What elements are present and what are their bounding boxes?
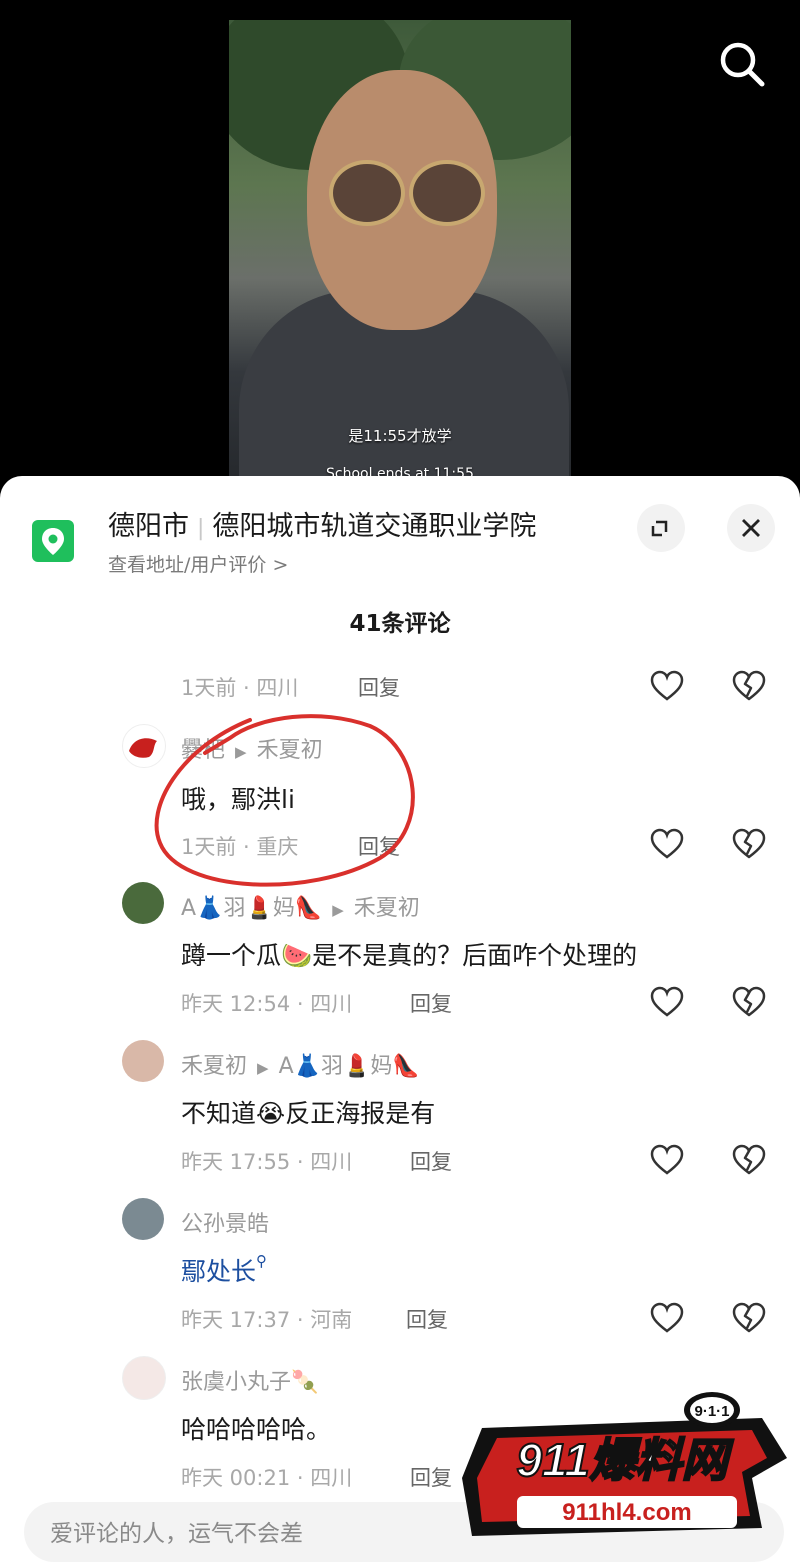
comment-text: 鄢处长 (181, 1257, 257, 1286)
author-name[interactable]: 公孙景皓 (181, 1206, 269, 1238)
reply-target: A👗羽💄妈👠 (278, 1054, 420, 1079)
heart-icon[interactable] (647, 824, 687, 864)
comment-text: 哈哈哈哈哈。 (181, 1415, 332, 1444)
reply-button[interactable]: 回复 (406, 1304, 448, 1334)
author-name: A👗羽💄妈👠 (181, 896, 323, 921)
reply-arrow-icon: ▶ (257, 1059, 269, 1077)
broken-heart-icon[interactable] (729, 982, 769, 1022)
reply-arrow-icon: ▶ (332, 901, 344, 919)
search-link-icon: ⚲ (256, 1252, 268, 1270)
broken-heart-icon[interactable] (729, 666, 769, 706)
avatar[interactable] (122, 1040, 164, 1082)
broken-heart-icon[interactable] (729, 1140, 769, 1180)
comment-count: 41条评论 (349, 611, 451, 637)
watermark-url: 911hl4.com (562, 1499, 691, 1526)
heart-icon[interactable] (647, 1140, 687, 1180)
comment-text: 蹲一个瓜🍉是不是真的？后面咋个处理的 (181, 941, 638, 970)
watermark-logo: 9·1·1 911爆料网 911hl4.com (462, 1388, 792, 1538)
broken-heart-icon[interactable] (729, 824, 769, 864)
comment-input-placeholder: 爱评论的人，运气不会差 (50, 1521, 303, 1547)
location-pin-icon (32, 520, 74, 562)
location-place: 德阳城市轨道交通职业学院 (212, 511, 537, 542)
comment-meta: 昨天 12:54 · 四川 (181, 992, 353, 1016)
comment-sheet: 德阳市 | 德阳城市轨道交通职业学院 查看地址/用户评价 > 41条评论 1天前 ·… (0, 476, 800, 1562)
comment-meta: 昨天 00:21 · 四川 (181, 1466, 353, 1490)
comment-text: 不知道😭反正海报是有 (181, 1099, 436, 1128)
heart-icon[interactable] (647, 666, 687, 706)
comment-author[interactable]: 禾夏初 ▶ A👗羽💄妈👠 (181, 1048, 420, 1080)
avatar[interactable] (122, 1198, 164, 1240)
video-frame: 是11:55才放学 School ends at 11:55 (229, 20, 571, 490)
location-title[interactable]: 德阳市 | 德阳城市轨道交通职业学院 (108, 504, 536, 543)
avatar[interactable] (122, 1356, 166, 1400)
author-name: 禾夏初 (181, 1054, 248, 1079)
annotation-circle (154, 714, 415, 887)
close-button[interactable] (727, 504, 775, 552)
expand-button[interactable] (637, 504, 685, 552)
broken-heart-icon[interactable] (729, 1298, 769, 1338)
reply-button[interactable]: 回复 (410, 988, 452, 1018)
reply-button[interactable]: 回复 (410, 1146, 452, 1176)
avatar[interactable] (122, 882, 164, 924)
heart-icon[interactable] (647, 1298, 687, 1338)
watermark-badge: 9·1·1 (694, 1403, 729, 1420)
comment-meta: 昨天 17:55 · 四川 (181, 1150, 353, 1174)
close-icon (742, 519, 760, 537)
reply-target: 禾夏初 (353, 896, 420, 921)
location-details-link[interactable]: 查看地址/用户评价 > (108, 550, 288, 577)
location-city: 德阳市 (108, 511, 189, 542)
comment-author[interactable]: A👗羽💄妈👠 ▶ 禾夏初 (181, 890, 420, 922)
reply-button[interactable]: 回复 (358, 672, 400, 702)
author-name[interactable]: 张虞小丸子🍡 (181, 1364, 318, 1396)
comment-meta: 昨天 17:37 · 河南 (181, 1308, 353, 1332)
comment-meta: 1天前 · 四川 (181, 676, 299, 700)
video-player[interactable]: 是11:55才放学 School ends at 11:55 (0, 0, 800, 500)
location-separator: | (197, 516, 205, 541)
comment-text-search-link[interactable]: 鄢处长⚲ (181, 1252, 267, 1288)
reply-button[interactable]: 回复 (410, 1462, 452, 1492)
watermark-brand: 911爆料网 (516, 1434, 733, 1486)
heart-icon[interactable] (647, 982, 687, 1022)
search-icon[interactable] (716, 38, 768, 90)
expand-icon (651, 520, 668, 537)
video-subtitle-zh: 是11:55才放学 (348, 427, 452, 445)
